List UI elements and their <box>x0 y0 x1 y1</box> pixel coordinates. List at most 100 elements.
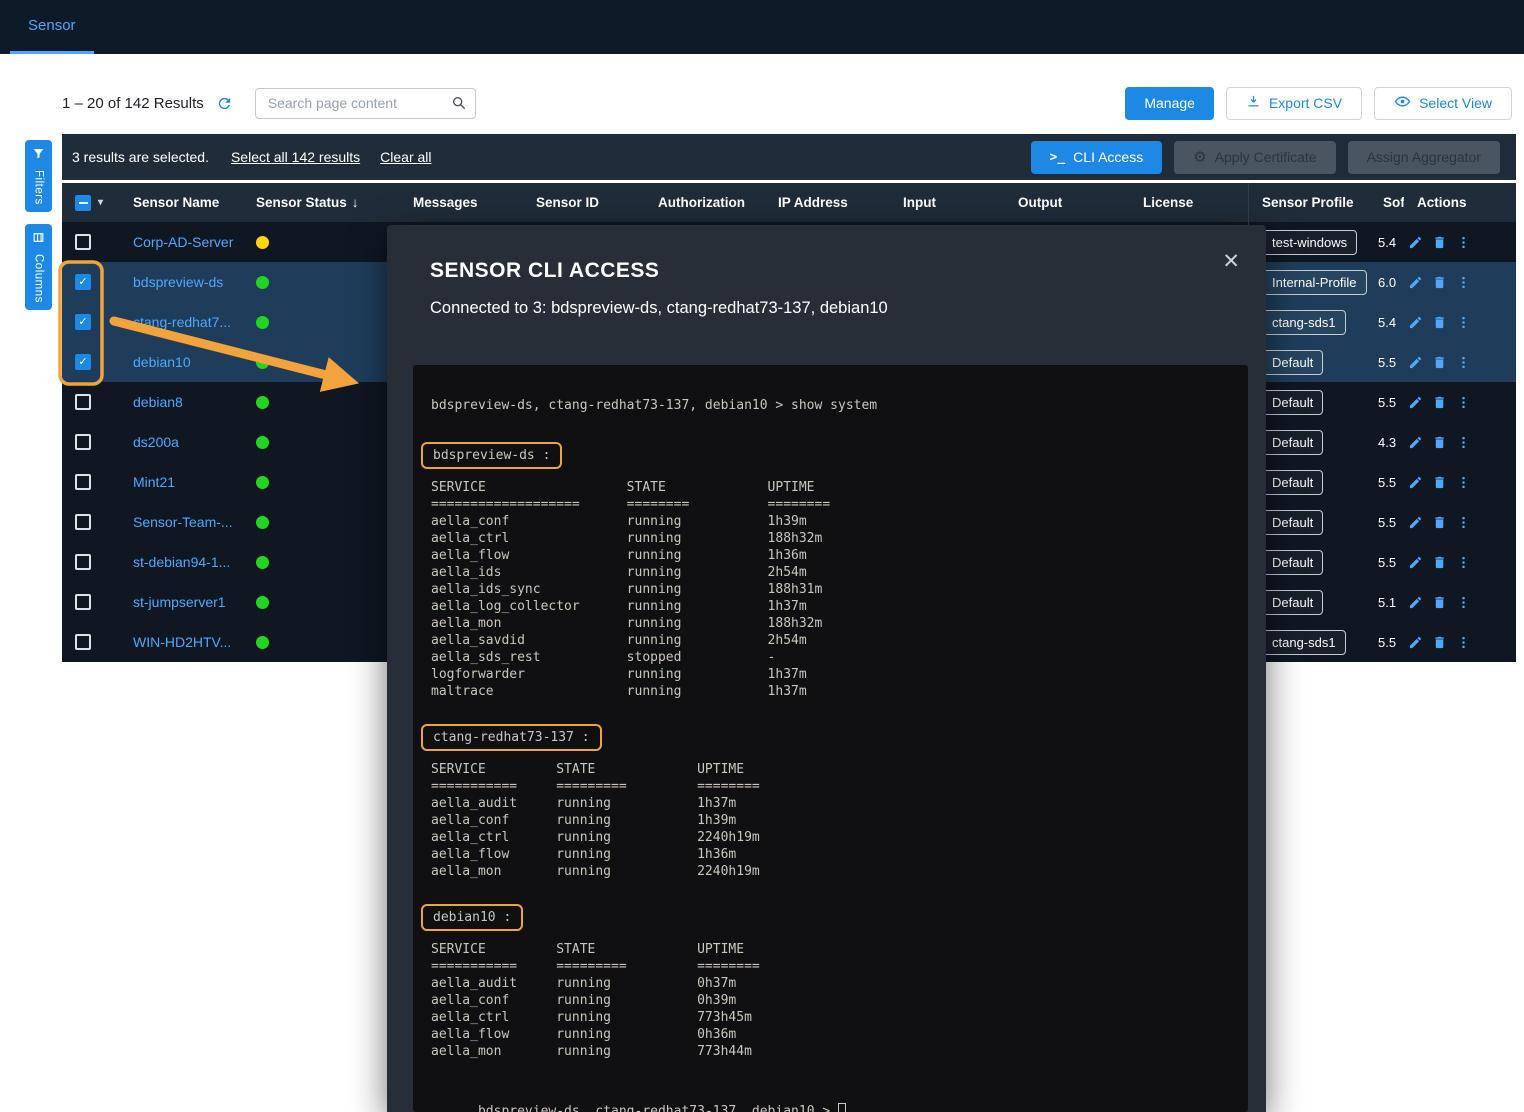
edit-icon[interactable] <box>1408 555 1423 570</box>
more-actions-icon[interactable] <box>1456 395 1471 410</box>
refresh-icon[interactable] <box>216 95 233 112</box>
column-header-authorization[interactable]: Authorization <box>645 195 765 210</box>
delete-icon[interactable] <box>1432 635 1447 650</box>
edit-icon[interactable] <box>1408 475 1423 490</box>
tab-sensor[interactable]: Sensor <box>10 0 94 54</box>
row-checkbox[interactable] <box>75 234 91 250</box>
more-actions-icon[interactable] <box>1456 235 1471 250</box>
row-checkbox[interactable] <box>75 514 91 530</box>
row-checkbox[interactable] <box>75 594 91 610</box>
columns-panel-button[interactable]: Columns <box>25 224 52 310</box>
search-icon[interactable] <box>451 95 467 116</box>
sensor-name-link[interactable]: st-jumpserver1 <box>133 594 226 610</box>
download-icon <box>1246 94 1261 112</box>
sensor-profile-chip[interactable]: Default <box>1262 470 1323 495</box>
delete-icon[interactable] <box>1432 435 1447 450</box>
row-checkbox[interactable] <box>75 554 91 570</box>
column-header-soft[interactable]: Soft <box>1370 195 1404 210</box>
edit-icon[interactable] <box>1408 315 1423 330</box>
more-actions-icon[interactable] <box>1456 555 1471 570</box>
select-all-checkbox[interactable] <box>75 195 91 211</box>
delete-icon[interactable] <box>1432 315 1447 330</box>
delete-icon[interactable] <box>1432 475 1447 490</box>
sensor-profile-chip[interactable]: ctang-sds1 <box>1262 310 1346 335</box>
edit-icon[interactable] <box>1408 395 1423 410</box>
select-all-link[interactable]: Select all 142 results <box>231 149 360 165</box>
manage-button[interactable]: Manage <box>1125 87 1214 120</box>
sensor-name-link[interactable]: ds200a <box>133 434 179 450</box>
sensor-name-link[interactable]: bdspreview-ds <box>133 274 223 290</box>
sensor-name-link[interactable]: debian8 <box>133 394 183 410</box>
sensor-name-link[interactable]: Sensor-Team-... <box>133 514 233 530</box>
assign-aggregator-button[interactable]: Assign Aggregator <box>1348 141 1500 174</box>
delete-icon[interactable] <box>1432 555 1447 570</box>
sensor-profile-chip[interactable]: Default <box>1262 430 1323 455</box>
more-actions-icon[interactable] <box>1456 435 1471 450</box>
delete-icon[interactable] <box>1432 275 1447 290</box>
export-csv-button[interactable]: Export CSV <box>1226 87 1362 120</box>
sensor-name-link[interactable]: ctang-redhat7... <box>133 314 231 330</box>
sensor-profile-chip[interactable]: Default <box>1262 590 1323 615</box>
close-icon[interactable]: ✕ <box>1222 251 1240 272</box>
delete-icon[interactable] <box>1432 235 1447 250</box>
sensor-profile-chip[interactable]: Default <box>1262 390 1323 415</box>
sensor-name-link[interactable]: WIN-HD2HTV... <box>133 634 231 650</box>
sensor-name-link[interactable]: Corp-AD-Server <box>133 234 233 250</box>
column-header-sensor-id[interactable]: Sensor ID <box>523 195 645 210</box>
column-header-output[interactable]: Output <box>1005 195 1130 210</box>
checkbox-menu-caret[interactable]: ▾ <box>98 197 103 208</box>
column-header-messages[interactable]: Messages <box>400 195 523 210</box>
sensor-profile-chip[interactable]: Default <box>1262 550 1323 575</box>
more-actions-icon[interactable] <box>1456 515 1471 530</box>
delete-icon[interactable] <box>1432 515 1447 530</box>
row-checkbox[interactable] <box>75 474 91 490</box>
search-input[interactable] <box>255 88 476 119</box>
clear-all-link[interactable]: Clear all <box>380 149 431 165</box>
row-checkbox[interactable] <box>75 394 91 410</box>
edit-icon[interactable] <box>1408 275 1423 290</box>
sensor-profile-chip[interactable]: ctang-sds1 <box>1262 630 1346 655</box>
sensor-profile-chip[interactable]: Default <box>1262 350 1323 375</box>
column-header-actions[interactable]: Actions <box>1404 195 1516 210</box>
row-checkbox[interactable]: ✓ <box>75 354 91 370</box>
cli-access-button[interactable]: >_ CLI Access <box>1031 141 1163 174</box>
more-actions-icon[interactable] <box>1456 475 1471 490</box>
column-header-ip-address[interactable]: IP Address <box>765 195 890 210</box>
sensor-profile-chip[interactable]: Internal-Profile <box>1262 270 1367 295</box>
row-actions <box>1404 435 1516 450</box>
edit-icon[interactable] <box>1408 635 1423 650</box>
delete-icon[interactable] <box>1432 395 1447 410</box>
edit-icon[interactable] <box>1408 595 1423 610</box>
row-checkbox[interactable] <box>75 634 91 650</box>
sensor-name-link[interactable]: debian10 <box>133 354 191 370</box>
edit-icon[interactable] <box>1408 355 1423 370</box>
sensor-profile-chip[interactable]: Default <box>1262 510 1323 535</box>
more-actions-icon[interactable] <box>1456 635 1471 650</box>
row-checkbox[interactable]: ✓ <box>75 274 91 290</box>
select-view-button[interactable]: Select View <box>1374 87 1512 120</box>
edit-icon[interactable] <box>1408 235 1423 250</box>
apply-certificate-button[interactable]: ⚙ Apply Certificate <box>1174 141 1335 174</box>
more-actions-icon[interactable] <box>1456 275 1471 290</box>
column-header-sensor-name[interactable]: Sensor Name <box>120 195 243 210</box>
delete-icon[interactable] <box>1432 355 1447 370</box>
cli-terminal[interactable]: bdspreview-ds, ctang-redhat73-137, debia… <box>413 365 1248 1112</box>
filters-panel-button[interactable]: Filters <box>25 140 52 212</box>
sensor-name-link[interactable]: st-debian94-1... <box>133 554 230 570</box>
column-header-license[interactable]: License <box>1130 195 1248 210</box>
column-header-input[interactable]: Input <box>890 195 1005 210</box>
row-checkbox[interactable] <box>75 434 91 450</box>
column-header-sensor-profile[interactable]: Sensor Profile <box>1248 183 1370 222</box>
delete-icon[interactable] <box>1432 595 1447 610</box>
more-actions-icon[interactable] <box>1456 355 1471 370</box>
more-actions-icon[interactable] <box>1456 595 1471 610</box>
sensor-profile-chip[interactable]: test-windows <box>1262 230 1357 255</box>
more-actions-icon[interactable] <box>1456 315 1471 330</box>
sensor-profile-cell: Default <box>1248 502 1370 542</box>
edit-icon[interactable] <box>1408 435 1423 450</box>
results-count: 1 – 20 of 142 Results <box>62 95 204 112</box>
column-header-sensor-status[interactable]: Sensor Status↓ <box>243 195 400 210</box>
sensor-name-link[interactable]: Mint21 <box>133 474 175 490</box>
row-checkbox[interactable]: ✓ <box>75 314 91 330</box>
edit-icon[interactable] <box>1408 515 1423 530</box>
